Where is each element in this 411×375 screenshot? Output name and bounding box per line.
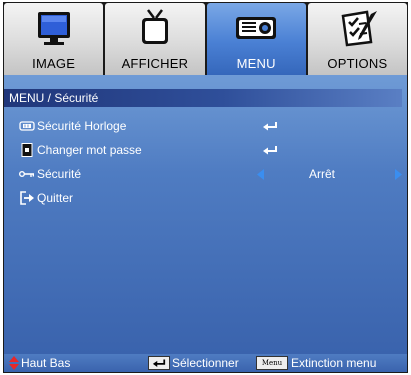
footer-exit-label: Extinction menu [291, 356, 377, 370]
footer-select-label: Sélectionner [172, 356, 239, 370]
menu-item-quitter[interactable]: Quitter [4, 188, 407, 208]
enter-key-icon [148, 356, 170, 370]
timer-icon [19, 121, 35, 131]
footer-nav-label: Haut Bas [21, 356, 71, 370]
menu-key-icon: Menu [256, 356, 288, 370]
tab-menu-label: MENU [236, 56, 276, 71]
tv-icon [141, 9, 168, 44]
enter-icon [263, 146, 277, 155]
menu-item-label: Quitter [37, 191, 74, 205]
tab-options-label: OPTIONS [327, 56, 388, 71]
arrow-left-icon[interactable] [257, 169, 264, 180]
osd-menu: IMAGE AFFICHER MENU OPTIONS MENU / Sécur… [3, 2, 408, 373]
key-icon [19, 170, 35, 177]
checklist-icon [341, 10, 378, 47]
tab-bar: IMAGE AFFICHER MENU OPTIONS [4, 3, 407, 75]
password-icon [21, 143, 33, 157]
tab-menu[interactable]: MENU [206, 3, 306, 75]
arrow-right-icon[interactable] [395, 169, 402, 180]
enter-icon [263, 122, 277, 131]
menu-item-label: Changer mot passe [37, 143, 142, 157]
tab-image-label: IMAGE [32, 56, 76, 71]
menu-item-label: Sécurité [37, 167, 82, 181]
monitor-icon [37, 12, 70, 45]
up-down-arrow-icon [9, 356, 19, 370]
tab-afficher-label: AFFICHER [121, 56, 189, 71]
tab-image[interactable]: IMAGE [4, 3, 104, 75]
tab-afficher[interactable]: AFFICHER [105, 3, 205, 75]
tab-options[interactable]: OPTIONS [307, 3, 407, 75]
menu-item-securite[interactable]: Sécurité Arrêt [4, 164, 407, 184]
menu-panel: MENU / Sécurité Sécurité Horloge Changer… [4, 75, 407, 354]
exit-icon [20, 191, 34, 205]
menu-item-securite-horloge[interactable]: Sécurité Horloge [4, 116, 407, 136]
projector-icon [236, 17, 277, 39]
footer-help-bar: Haut Bas Sélectionner Menu Extinction me… [4, 354, 407, 372]
breadcrumb: MENU / Sécurité [4, 89, 402, 107]
menu-item-label: Sécurité Horloge [37, 119, 127, 133]
menu-item-changer-mot-passe[interactable]: Changer mot passe [4, 140, 407, 160]
securite-value: Arrêt [309, 167, 336, 181]
